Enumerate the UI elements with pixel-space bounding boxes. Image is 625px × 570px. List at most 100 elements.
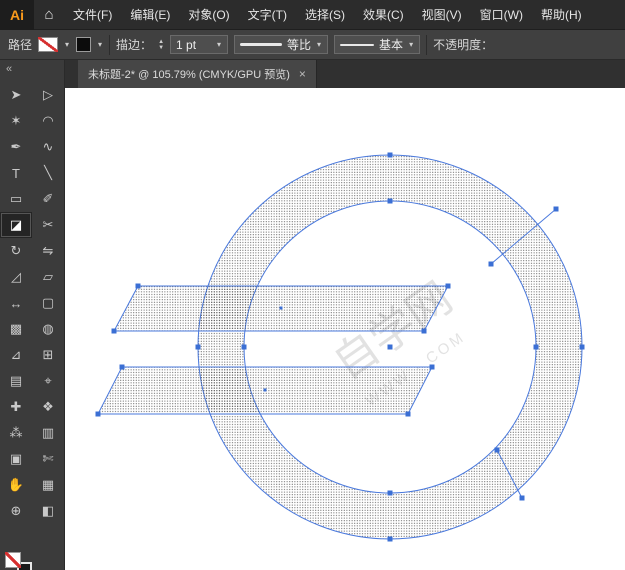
stroke-weight-value: 1 pt [176,38,196,52]
gradient-tool[interactable]: ▤ [0,368,32,394]
anchor-outer-bottom[interactable] [388,537,393,542]
selection-tool[interactable]: ➤ [0,82,32,108]
scissors-tool[interactable]: ✂ [32,212,64,238]
menu-select[interactable]: 选择(S) [296,0,354,30]
eyedropper-tool[interactable]: ⌖ [32,368,64,394]
panel-collapse-icon[interactable]: « [0,60,64,82]
blend-icon: ❖ [42,399,54,415]
anchor-bar2-bl[interactable] [96,412,101,417]
menu-help[interactable]: 帮助(H) [532,0,591,30]
width-profile-dropdown-icon[interactable]: ▾ [316,40,322,49]
document-tab[interactable]: 未标题-2* @ 105.79% (CMYK/GPU 预览) × [78,60,317,88]
stroke-dropdown-icon[interactable]: ▾ [97,40,103,49]
menu-view[interactable]: 视图(V) [413,0,471,30]
anchor-bar1-center[interactable] [280,307,283,310]
artboard-tool[interactable]: ▣ [0,446,32,472]
draw-mode-icon: ◧ [42,503,54,519]
blend-tool[interactable]: ❖ [32,394,64,420]
anchor-inner-bottom[interactable] [388,491,393,496]
menu-edit[interactable]: 编辑(E) [121,0,179,30]
anchor-outer-left[interactable] [196,345,201,350]
anchor-bar2-tl[interactable] [120,365,125,370]
stroke-weight-field[interactable]: 1 pt ▾ [170,35,228,54]
menu-window[interactable]: 窗口(W) [471,0,532,30]
rotate-icon: ↻ [11,243,22,259]
anchor-handle-lr-start[interactable] [495,448,500,453]
measure-icon: ✚ [11,399,22,415]
pen-tool[interactable]: ✒ [0,134,32,160]
artboard-icon: ▣ [10,451,22,467]
perspective-grid-icon: ⊿ [11,347,22,363]
stroke-weight-dropdown-icon[interactable]: ▾ [216,40,222,49]
tab-close-icon[interactable]: × [299,67,306,81]
anchor-handle-ur-start[interactable] [489,262,494,267]
magic-wand-icon: ✶ [11,113,22,129]
direct-selection-tool[interactable]: ▷ [32,82,64,108]
paintbrush-tool[interactable]: ✐ [32,186,64,212]
canvas[interactable]: 自学网 WWW · COM [65,88,625,570]
anchor-bar1-bl[interactable] [112,329,117,334]
type-icon: T [12,166,20,181]
stroke-weight-stepper[interactable]: ▲ ▼ [158,39,164,51]
fill-stroke-indicator[interactable] [5,552,35,570]
draw-mode-tool[interactable]: ◧ [32,498,64,524]
width-profile-dropdown[interactable]: 等比 ▾ [234,35,328,54]
fill-color-box[interactable] [5,552,21,568]
curvature-tool[interactable]: ∿ [32,134,64,160]
reflect-tool[interactable]: ⇋ [32,238,64,264]
anchor-bar1-tr[interactable] [446,284,451,289]
brush-preview [340,44,374,46]
anchor-bar2-center[interactable] [264,389,267,392]
slice-tool[interactable]: ✄ [32,446,64,472]
anchor-inner-left[interactable] [242,345,247,350]
home-icon[interactable]: ⌂ [34,6,64,23]
print-tiling-icon: ▦ [42,477,54,493]
rectangle-tool[interactable]: ▭ [0,186,32,212]
free-transform-tool[interactable]: ▢ [32,290,64,316]
anchor-bar1-br[interactable] [422,329,427,334]
brush-definition-dropdown[interactable]: 基本 ▾ [334,35,420,54]
anchor-outer-right[interactable] [580,345,585,350]
menu-type[interactable]: 文字(T) [239,0,296,30]
anchor-inner-right[interactable] [534,345,539,350]
anchor-center[interactable] [388,345,393,350]
perspective-grid-tool[interactable]: ⊿ [0,342,32,368]
fill-dropdown-icon[interactable]: ▾ [64,40,70,49]
live-paint-bucket-tool[interactable]: ◍ [32,316,64,342]
anchor-bar2-br[interactable] [406,412,411,417]
shape-builder-tool[interactable]: ▩ [0,316,32,342]
brush-value: 基本 [379,36,403,53]
eraser-tool[interactable]: ◪ [0,212,32,238]
menu-effect[interactable]: 效果(C) [354,0,413,30]
type-tool[interactable]: T [0,160,32,186]
shear-tool[interactable]: ▱ [32,264,64,290]
symbol-sprayer-tool[interactable]: ⁂ [0,420,32,446]
zoom-tool[interactable]: ⊕ [0,498,32,524]
fill-none-swatch[interactable] [38,37,58,52]
column-graph-tool[interactable]: ▥ [32,420,64,446]
anchor-outer-top[interactable] [388,153,393,158]
print-tiling-tool[interactable]: ▦ [32,472,64,498]
anchor-inner-top[interactable] [388,199,393,204]
anchor-bar1-tl[interactable] [136,284,141,289]
rotate-tool[interactable]: ↻ [0,238,32,264]
scale-tool[interactable]: ◿ [0,264,32,290]
mesh-tool[interactable]: ⊞ [32,342,64,368]
width-tool[interactable]: ↔ [0,290,32,316]
illustrator-logo[interactable]: Ai [0,0,34,30]
lasso-tool[interactable]: ◠ [32,108,64,134]
magic-wand-tool[interactable]: ✶ [0,108,32,134]
menu-object[interactable]: 对象(O) [179,0,238,30]
menu-file[interactable]: 文件(F) [64,0,121,30]
width-icon: ↔ [10,296,23,311]
spin-down-icon[interactable]: ▼ [158,45,164,51]
anchor-handle-lr-end[interactable] [520,496,525,501]
measure-tool[interactable]: ✚ [0,394,32,420]
hand-tool[interactable]: ✋ [0,472,32,498]
anchor-handle-ur-end[interactable] [554,207,559,212]
stroke-color-swatch[interactable] [76,37,91,52]
brush-dropdown-icon[interactable]: ▾ [408,40,414,49]
anchor-bar2-tr[interactable] [430,365,435,370]
stroke-weight-label: 描边： [116,36,152,53]
line-segment-tool[interactable]: ╲ [32,160,64,186]
